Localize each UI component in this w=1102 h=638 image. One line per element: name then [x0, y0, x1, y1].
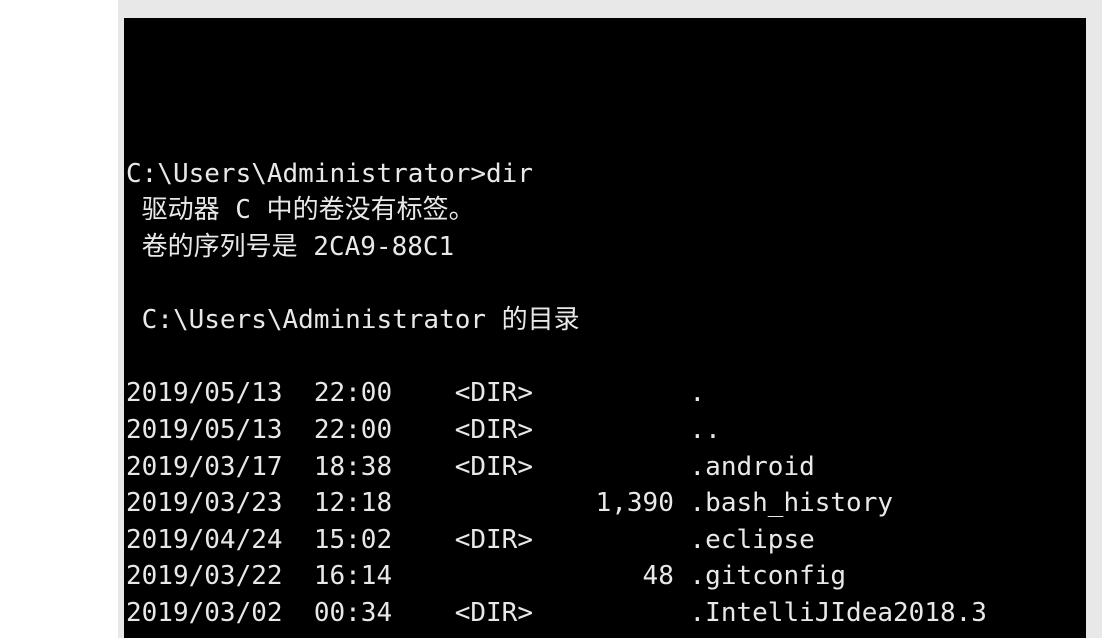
page-sidebar-area — [0, 0, 118, 638]
dir-entry: 2019/05/13 22:00 <DIR> . — [126, 375, 1086, 412]
dir-entry: 2019/03/05 17:29 <DIR> .m2 — [126, 632, 1086, 638]
terminal-output: C:\Users\Administrator>dir 驱动器 C 中的卷没有标签… — [124, 91, 1086, 638]
command: dir — [486, 159, 533, 189]
serial-info-line: 卷的序列号是 2CA9-88C1 — [126, 232, 454, 262]
dir-entry: 2019/04/24 15:02 <DIR> .eclipse — [126, 522, 1086, 559]
dir-entry: 2019/03/23 12:18 1,390 .bash_history — [126, 485, 1086, 522]
prompt: C:\Users\Administrator> — [126, 159, 486, 189]
dir-listing: 2019/05/13 22:00 <DIR> .2019/05/13 22:00… — [126, 375, 1086, 638]
dir-entry: 2019/03/02 00:34 <DIR> .IntelliJIdea2018… — [126, 595, 1086, 632]
cmd-terminal[interactable]: C:\Users\Administrator>dir 驱动器 C 中的卷没有标签… — [124, 18, 1086, 638]
prompt-line: C:\Users\Administrator>dir — [126, 159, 533, 189]
drive-info-line: 驱动器 C 中的卷没有标签。 — [126, 195, 475, 225]
dir-entry: 2019/03/17 18:38 <DIR> .android — [126, 449, 1086, 486]
dir-entry: 2019/05/13 22:00 <DIR> .. — [126, 412, 1086, 449]
dir-entry: 2019/03/22 16:14 48 .gitconfig — [126, 558, 1086, 595]
dir-header-line: C:\Users\Administrator 的目录 — [126, 305, 580, 335]
